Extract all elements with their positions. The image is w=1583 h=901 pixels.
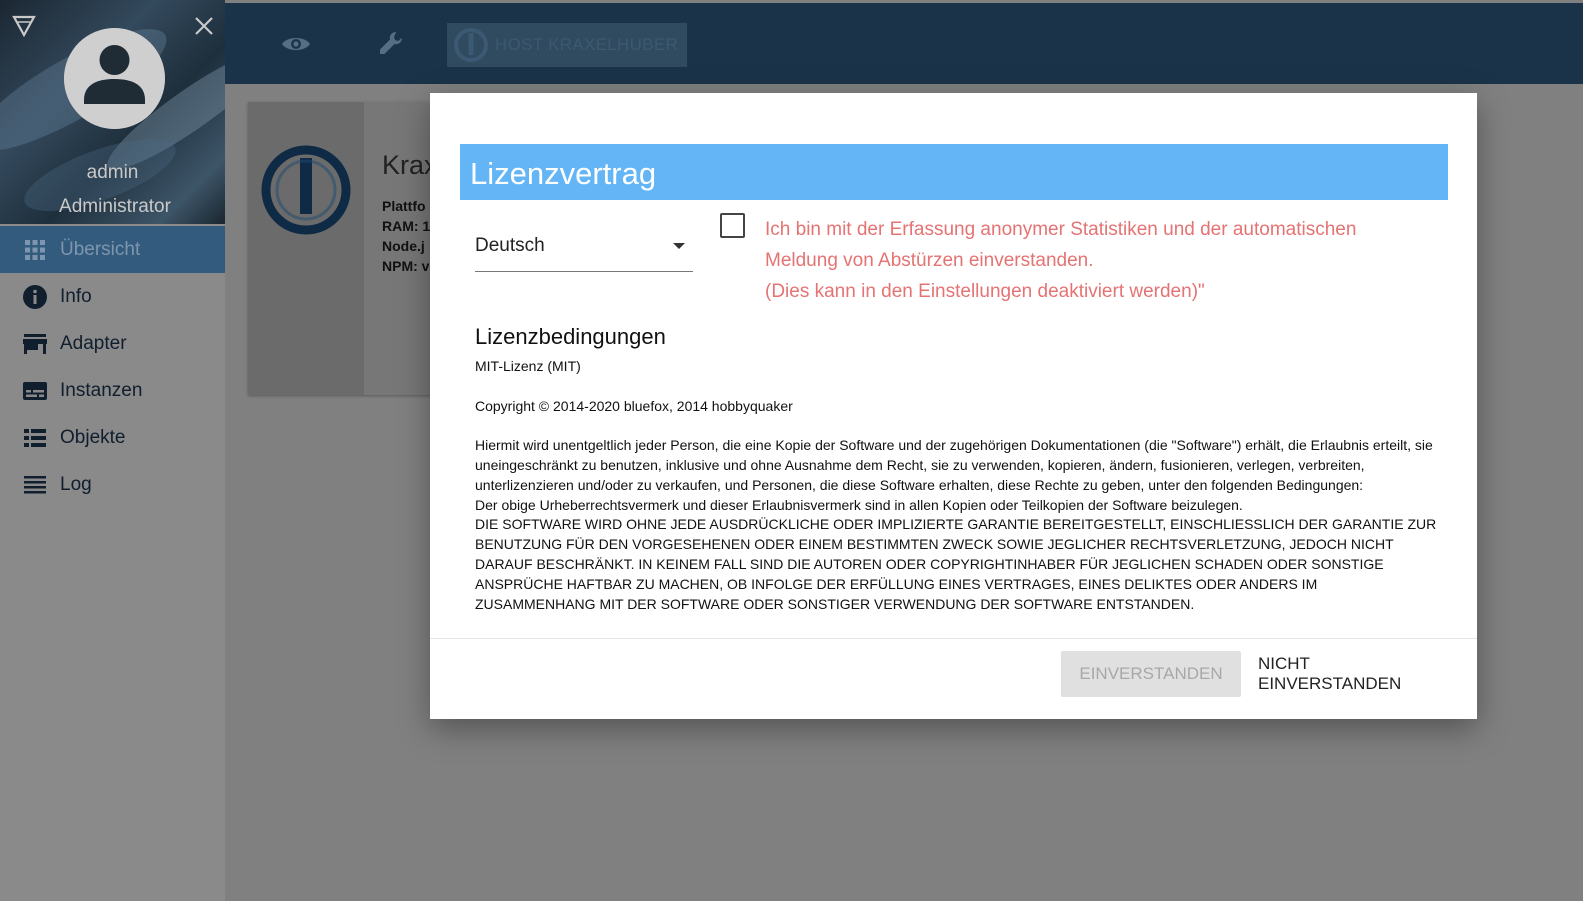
sidebar-item-label: Log — [60, 473, 92, 495]
sidebar-item-label: Objekte — [60, 426, 126, 448]
triangle-menu-icon[interactable] — [12, 14, 36, 38]
dialog-divider — [430, 638, 1477, 639]
sidebar-item-label: Übersicht — [60, 238, 141, 260]
host-card-info: Plattfo RAM: 1 Node.j NPM: v — [382, 196, 430, 276]
sidebar-item-label: Instanzen — [60, 379, 143, 401]
store-icon — [22, 331, 48, 357]
sidebar-item-info[interactable]: Info — [0, 273, 225, 320]
avatar[interactable] — [64, 28, 165, 129]
license-dialog: Lizenzvertrag Deutsch Ich bin mit der Er… — [430, 93, 1477, 719]
statistics-consent-line: Ich bin mit der Erfassung anonymer Stati… — [765, 219, 1357, 240]
statistics-consent-line: (Dies kann in den Einstellungen deaktivi… — [765, 281, 1205, 302]
language-select[interactable]: Deutsch — [475, 220, 693, 272]
license-text: MIT-Lizenz (MIT) Copyright © 2014-2020 b… — [475, 357, 1440, 633]
host-node: Node.j — [382, 238, 425, 254]
statistics-consent-line: Meldung von Abstürzen einverstanden. — [765, 250, 1094, 271]
user-role: Administrator — [59, 196, 171, 217]
sidebar-item-adapter[interactable]: Adapter — [0, 320, 225, 367]
list-icon — [22, 425, 48, 451]
copyright-line: Copyright © 2014-2020 bluefox, 2014 hobb… — [475, 397, 793, 414]
license-heading: Lizenzbedingungen — [475, 324, 666, 349]
sidebar-item-label: Info — [60, 285, 92, 307]
sidebar: admin Administrator Übersicht Info Adapt… — [0, 0, 225, 901]
iobroker-logo-icon — [453, 27, 489, 63]
host-platform: Plattfo — [382, 198, 426, 214]
disagree-button[interactable]: NICHT EINVERSTANDEN — [1258, 651, 1456, 697]
agree-button[interactable]: EINVERSTANDEN — [1061, 651, 1241, 697]
chevron-down-icon — [673, 242, 685, 249]
wrench-icon[interactable] — [375, 27, 409, 61]
subtitles-icon — [22, 378, 48, 404]
host-label: HOST KRAXELHUBER — [495, 35, 679, 54]
sidebar-item-objekte[interactable]: Objekte — [0, 414, 225, 461]
host-button[interactable]: HOST KRAXELHUBER — [447, 23, 687, 67]
sidebar-nav: Übersicht Info Adapter Instanzen Objekte — [0, 226, 225, 508]
statistics-consent-label[interactable]: Ich bin mit der Erfassung anonymer Stati… — [765, 214, 1445, 307]
dialog-title: Lizenzvertrag — [460, 144, 1448, 200]
license-paragraph: DIE SOFTWARE WIRD OHNE JEDE AUSDRÜCKLICH… — [475, 516, 1437, 612]
sidebar-header: admin Administrator — [0, 0, 225, 224]
license-paragraph: Der obige Urheberrechtsvermerk und diese… — [475, 496, 1243, 513]
apps-grid-icon — [22, 237, 48, 263]
iobroker-logo-icon — [260, 144, 352, 236]
sidebar-item-instanzen[interactable]: Instanzen — [0, 367, 225, 414]
lines-icon — [22, 472, 48, 498]
sidebar-item-label: Adapter — [60, 332, 127, 354]
host-ram: RAM: 1 — [382, 218, 431, 234]
statistics-consent-checkbox[interactable] — [720, 213, 745, 238]
sidebar-item-uebersicht[interactable]: Übersicht — [0, 226, 225, 273]
sidebar-item-log[interactable]: Log — [0, 461, 225, 508]
language-select-value: Deutsch — [475, 234, 545, 256]
license-paragraph: Hiermit wird unentgeltlich jeder Person,… — [475, 437, 1433, 493]
eye-icon[interactable] — [279, 27, 313, 61]
host-card-logo-area — [248, 102, 364, 395]
info-icon — [22, 284, 48, 310]
username: admin — [86, 162, 139, 183]
host-npm: NPM: v — [382, 258, 430, 274]
close-icon[interactable] — [192, 14, 216, 38]
top-app-bar: HOST KRAXELHUBER — [225, 3, 1583, 84]
license-name: MIT-Lizenz (MIT) — [475, 358, 581, 374]
